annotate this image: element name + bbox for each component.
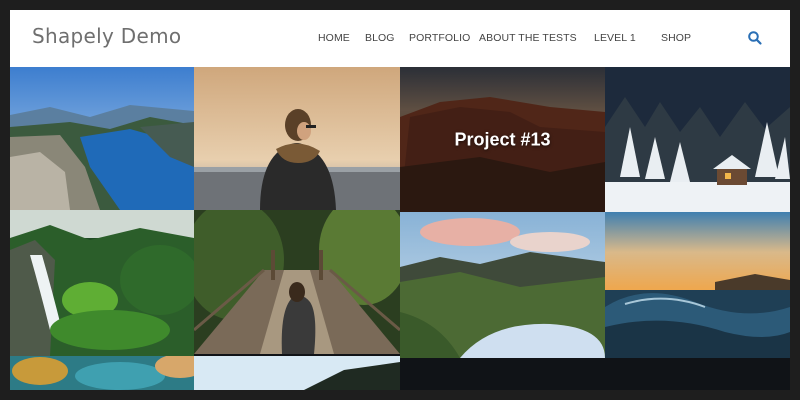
nav-item-about-the-tests[interactable]: ABOUT THE TESTS — [479, 32, 577, 44]
lake-mountains-image — [400, 212, 605, 358]
portfolio-tile-abstract-paint[interactable] — [10, 356, 194, 390]
nav-item-home[interactable]: HOME — [318, 32, 350, 44]
search-button[interactable] — [747, 30, 763, 46]
portfolio-tile-lake-mountains[interactable] — [400, 212, 605, 358]
waterfall-image — [10, 210, 194, 356]
nav-item-portfolio[interactable]: PORTFOLIO — [409, 32, 470, 44]
nav-item-level-1[interactable]: LEVEL 1 — [594, 32, 636, 44]
snowy-cabin-image — [605, 67, 790, 212]
portfolio-tile-sky-treeline[interactable] — [194, 356, 400, 390]
abstract-paint-image — [10, 356, 194, 390]
portfolio-tile-person-sunset[interactable] — [194, 67, 400, 210]
search-icon — [748, 31, 762, 45]
portfolio-tile-snowy-cabin[interactable] — [605, 67, 790, 212]
forest-bridge-image — [194, 210, 400, 354]
person-sunset-image — [194, 67, 400, 210]
project-hover-label[interactable]: Project #13 — [400, 129, 605, 150]
sky-treeline-image — [194, 356, 400, 390]
fjord-image — [10, 67, 194, 210]
portfolio-tile-fjord[interactable] — [10, 67, 194, 210]
portfolio-tile-waterfall[interactable] — [10, 210, 194, 356]
portfolio-tile-ocean-wave[interactable] — [605, 212, 790, 358]
nav-item-blog[interactable]: BLOG — [365, 32, 395, 44]
browser-viewport: Shapely Demo HOME BLOG PORTFOLIO ABOUT T… — [10, 10, 790, 390]
portfolio-tile-canyon[interactable]: Project #13 — [400, 67, 605, 212]
ocean-wave-image — [605, 212, 790, 358]
portfolio-tile-forest-bridge[interactable] — [194, 210, 400, 354]
site-title[interactable]: Shapely Demo — [32, 24, 181, 48]
nav-item-shop[interactable]: SHOP — [661, 32, 691, 44]
site-header: Shapely Demo HOME BLOG PORTFOLIO ABOUT T… — [10, 10, 790, 68]
